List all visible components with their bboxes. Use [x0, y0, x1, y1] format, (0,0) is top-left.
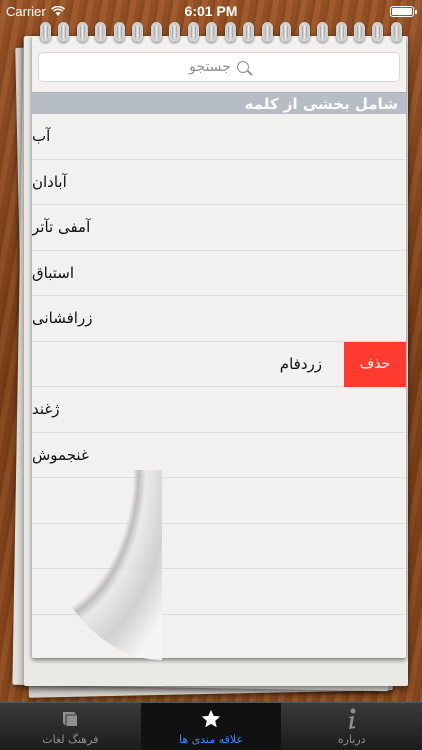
list-item[interactable]: آبادان — [32, 160, 406, 205]
ring — [113, 22, 125, 42]
ring — [150, 22, 162, 42]
search-placeholder: جستجو — [189, 59, 231, 75]
ring — [390, 22, 402, 42]
clock: 6:01 PM — [184, 3, 238, 19]
ring — [372, 22, 384, 42]
word-label: زردفام — [279, 354, 322, 373]
list-item-swiped[interactable]: زردفام حذف — [32, 341, 406, 387]
tab-favorites[interactable]: علاقه مندی ها — [140, 703, 282, 750]
search-input[interactable]: جستجو — [38, 52, 400, 82]
ring — [132, 22, 144, 42]
ring — [187, 22, 199, 42]
ring — [298, 22, 310, 42]
ring — [58, 22, 70, 42]
search-bar: جستجو — [32, 36, 406, 92]
ring — [335, 22, 347, 42]
ring — [261, 22, 273, 42]
star-icon — [200, 707, 222, 731]
spiral-binding — [38, 22, 404, 44]
ring — [95, 22, 107, 42]
ring — [169, 22, 181, 42]
ring — [206, 22, 218, 42]
tab-label: علاقه مندی ها — [178, 733, 244, 746]
word-label: آبادان — [32, 172, 67, 191]
search-icon — [236, 61, 249, 73]
ring — [317, 22, 329, 42]
delete-button[interactable]: حذف — [344, 341, 406, 387]
ring — [280, 22, 292, 42]
list-item[interactable]: آب — [32, 114, 406, 160]
status-bar: Carrier 6:01 PM — [0, 0, 422, 22]
ring — [224, 22, 236, 42]
word-label: غنجموش — [32, 445, 89, 464]
info-icon — [345, 707, 359, 731]
word-label: آب — [32, 127, 51, 146]
word-label: آمفی تآتر — [32, 218, 91, 237]
tab-bar: فرهنگ لغات علاقه مندی ها درباره — [0, 702, 422, 750]
list-item[interactable]: زرافشانی — [32, 296, 406, 342]
word-label: زرافشانی — [32, 309, 93, 328]
ring — [76, 22, 88, 42]
list-item[interactable]: استباق — [32, 251, 406, 296]
list-item[interactable]: آمفی تآتر — [32, 205, 406, 251]
tab-label: درباره — [337, 733, 366, 746]
list-item[interactable]: ژغند — [32, 387, 406, 433]
word-label: استباق — [32, 263, 74, 282]
ring — [40, 22, 51, 42]
tab-about[interactable]: درباره — [281, 703, 422, 750]
ring — [243, 22, 255, 42]
section-header: شامل بخشی از کلمه — [32, 92, 406, 114]
book-icon — [59, 707, 81, 731]
tab-label: فرهنگ لغات — [42, 733, 99, 746]
ring — [353, 22, 365, 42]
word-label: ژغند — [32, 400, 60, 419]
tab-dictionary[interactable]: فرهنگ لغات — [0, 703, 141, 750]
battery-icon — [390, 6, 417, 17]
